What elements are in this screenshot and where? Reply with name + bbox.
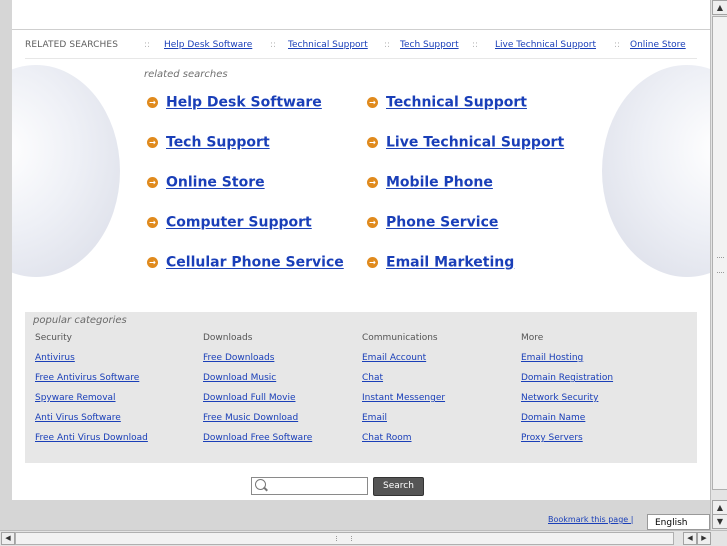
separator: :: [144, 40, 151, 50]
arrow-right-icon: → [367, 177, 378, 188]
related-searches-heading: related searches [144, 69, 228, 80]
search-icon-handle [263, 486, 268, 492]
related-link-cellular-phone-service[interactable]: Cellular Phone Service [166, 255, 344, 271]
related-searches-list: → Help Desk Software → Technical Support →… [147, 92, 567, 282]
scroll-down-icon[interactable]: ▼ [712, 514, 727, 529]
arrow-right-icon: → [147, 97, 158, 108]
bookmark-link[interactable]: Bookmark this page | [548, 515, 633, 524]
vertical-scrollbar[interactable]: ▲ ▲ ▼ [710, 0, 727, 530]
category-link[interactable]: Free Antivirus Software [35, 373, 195, 387]
category-link[interactable]: Network Security [521, 393, 681, 407]
search-field[interactable] [251, 477, 368, 495]
list-item: → Tech Support [147, 132, 270, 154]
scrollbar-thumb[interactable] [712, 16, 727, 490]
related-link-phone-service[interactable]: Phone Service [386, 215, 498, 231]
grip-icon [717, 257, 724, 273]
arrow-right-icon: → [147, 257, 158, 268]
category-link[interactable]: Domain Registration [521, 373, 681, 387]
arrow-right-icon: → [367, 137, 378, 148]
page-panel: RELATED SEARCHES :: Help Desk Software :… [12, 0, 710, 500]
category-link[interactable]: Proxy Servers [521, 433, 681, 447]
arrow-right-icon: → [147, 137, 158, 148]
popular-categories-panel: popular categories Security Antivirus Fr… [25, 312, 697, 463]
category-link[interactable]: Domain Name [521, 413, 681, 427]
list-item: → Cellular Phone Service [147, 252, 344, 274]
top-divider [12, 29, 710, 30]
category-link[interactable]: Chat Room [362, 433, 522, 447]
related-bar-link-tech-support[interactable]: Tech Support [400, 40, 459, 50]
related-link-email-marketing[interactable]: Email Marketing [386, 255, 514, 271]
related-link-online-store[interactable]: Online Store [166, 175, 265, 191]
category-column-communications: Communications Email Account Chat Instan… [362, 333, 522, 447]
scroll-left-icon[interactable]: ◀ [683, 532, 697, 545]
globe-decoration-left [12, 65, 120, 277]
bar-divider [25, 58, 697, 59]
related-link-help-desk-software[interactable]: Help Desk Software [166, 95, 322, 111]
popular-categories-heading: popular categories [33, 315, 127, 326]
globe-decoration-right [602, 65, 710, 277]
category-link[interactable]: Antivirus [35, 353, 195, 367]
category-link[interactable]: Free Anti Virus Download [35, 433, 195, 447]
related-link-technical-support[interactable]: Technical Support [386, 95, 527, 111]
category-link[interactable]: Instant Messenger [362, 393, 522, 407]
related-bar-label: RELATED SEARCHES [25, 40, 119, 50]
related-bar-link-help-desk-software[interactable]: Help Desk Software [164, 40, 252, 50]
category-link[interactable]: Chat [362, 373, 522, 387]
related-link-mobile-phone[interactable]: Mobile Phone [386, 175, 493, 191]
separator: :: [614, 40, 621, 50]
category-column-security: Security Antivirus Free Antivirus Softwa… [35, 333, 195, 447]
related-link-computer-support[interactable]: Computer Support [166, 215, 312, 231]
arrow-right-icon: → [367, 257, 378, 268]
related-link-tech-support[interactable]: Tech Support [166, 135, 270, 151]
category-link[interactable]: Free Downloads [203, 353, 363, 367]
category-link[interactable]: Email [362, 413, 522, 427]
category-title: Downloads [203, 333, 253, 343]
related-bar-link-technical-support[interactable]: Technical Support [288, 40, 368, 50]
list-item: → Live Technical Support [367, 132, 564, 154]
list-item: → Email Marketing [367, 252, 514, 274]
category-link[interactable]: Anti Virus Software [35, 413, 195, 427]
related-bar-link-online-store[interactable]: Online Store [630, 40, 686, 50]
search-input[interactable] [270, 478, 364, 492]
related-bar-link-live-technical-support[interactable]: Live Technical Support [495, 40, 596, 50]
related-searches-bar: RELATED SEARCHES :: Help Desk Software :… [25, 39, 705, 53]
arrow-right-icon: → [367, 217, 378, 228]
list-item: → Technical Support [367, 92, 527, 114]
category-title: More [521, 333, 544, 343]
category-link[interactable]: Free Music Download [203, 413, 363, 427]
category-title: Security [35, 333, 72, 343]
grip-icon [336, 536, 352, 541]
horizontal-scrollbar[interactable]: ◀ ◀ ▶ [0, 530, 727, 546]
category-link[interactable]: Email Account [362, 353, 522, 367]
related-link-live-technical-support[interactable]: Live Technical Support [386, 135, 564, 151]
search-button[interactable]: Search [373, 477, 424, 496]
list-item: → Phone Service [367, 212, 498, 234]
arrow-right-icon: → [367, 97, 378, 108]
list-item: → Computer Support [147, 212, 312, 234]
list-item: → Online Store [147, 172, 265, 194]
category-column-more: More Email Hosting Domain Registration N… [521, 333, 681, 447]
scroll-up-icon[interactable]: ▲ [712, 500, 727, 515]
category-link[interactable]: Download Full Movie [203, 393, 363, 407]
scroll-left-icon[interactable]: ◀ [1, 532, 15, 545]
list-item: → Mobile Phone [367, 172, 493, 194]
scrollbar-thumb[interactable] [15, 532, 674, 545]
category-column-downloads: Downloads Free Downloads Download Music … [203, 333, 363, 447]
category-title: Communications [362, 333, 438, 343]
separator: :: [384, 40, 391, 50]
category-link[interactable]: Download Music [203, 373, 363, 387]
language-select[interactable]: English [647, 514, 710, 530]
arrow-right-icon: → [147, 177, 158, 188]
category-link[interactable]: Download Free Software [203, 433, 363, 447]
separator: :: [270, 40, 277, 50]
category-link[interactable]: Email Hosting [521, 353, 681, 367]
separator: :: [472, 40, 479, 50]
arrow-right-icon: → [147, 217, 158, 228]
list-item: → Help Desk Software [147, 92, 322, 114]
category-link[interactable]: Spyware Removal [35, 393, 195, 407]
scroll-up-icon[interactable]: ▲ [712, 0, 727, 15]
scroll-right-icon[interactable]: ▶ [697, 532, 711, 545]
